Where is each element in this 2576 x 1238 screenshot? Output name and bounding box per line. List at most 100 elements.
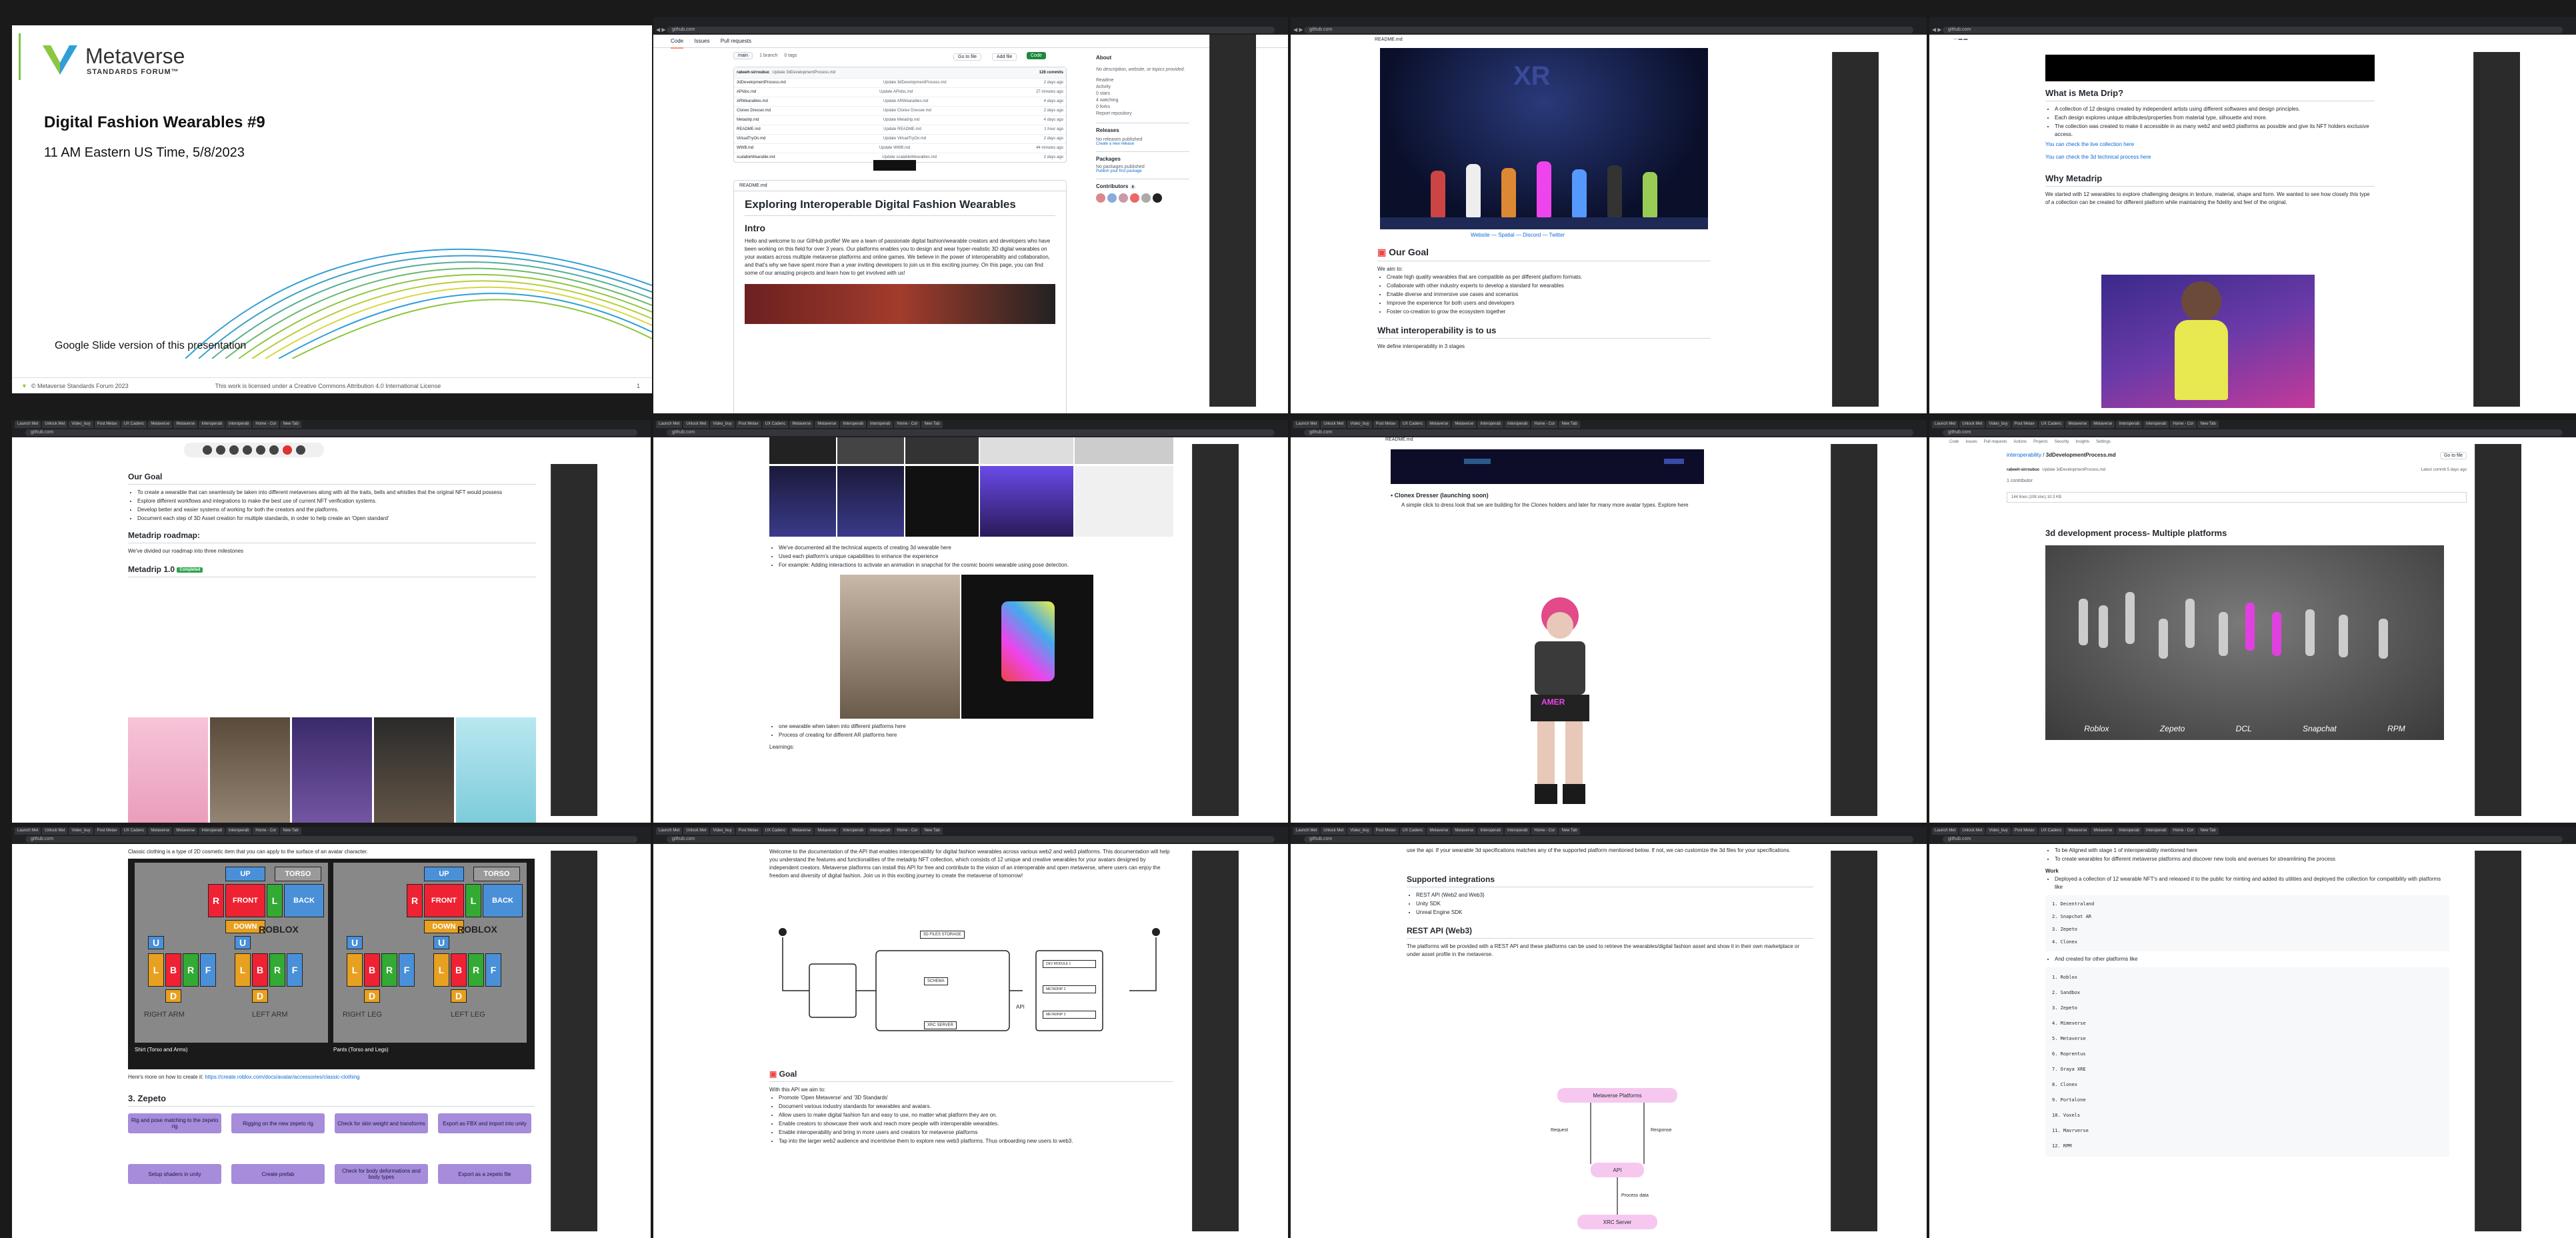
table-row[interactable]: README.md Update README.md 1 hour ago [734, 125, 1066, 134]
file-commit-msg[interactable]: Update ARWearables.md [883, 97, 928, 106]
browser-tab[interactable]: Metaverse [2091, 827, 2115, 835]
file-commit-msg[interactable]: Update VirtualTryOn.md [883, 135, 926, 143]
tab-issues[interactable]: Issues [694, 38, 709, 44]
file-name[interactable]: README.md [737, 125, 761, 134]
avatar[interactable] [1119, 193, 1128, 203]
file-commit-msg[interactable]: Update 3dDevelopmentProcess.md [883, 79, 947, 87]
browser-tab[interactable]: interoperab [867, 421, 893, 428]
browser-tab[interactable]: Metaverse [815, 827, 839, 835]
file-name[interactable]: scalableWearable.md [737, 153, 775, 162]
file-commit-msg[interactable]: Update APIdoc.md [879, 88, 913, 97]
file-commit-msg[interactable]: Update Metadrip.md [883, 116, 919, 125]
browser-tab[interactable]: Post Metav [1373, 421, 1399, 428]
browser-tab[interactable]: Launch Met [1293, 827, 1320, 835]
browser-tab[interactable]: Metaverse [2091, 421, 2115, 428]
browser-tab[interactable]: Unlock Met [1959, 827, 1985, 835]
about-item[interactable]: Readme [1096, 77, 1189, 84]
browser-tab[interactable]: New Tab [2197, 827, 2219, 835]
browser-tab[interactable]: Video_buy [69, 827, 93, 835]
about-item[interactable]: 4 watching [1096, 97, 1189, 104]
about-item[interactable]: Activity [1096, 84, 1189, 91]
table-row[interactable]: VirtualTryOn.md Update VirtualTryOn.md 2 d… [734, 134, 1066, 143]
browser-tab[interactable]: Home - Cor [1531, 827, 1558, 835]
browser-tab[interactable]: Post Metav [735, 421, 761, 428]
address-bar[interactable]: github.com [25, 429, 637, 436]
browser-tab[interactable]: Metaverse [1427, 827, 1451, 835]
browser-tab[interactable]: Post Metav [94, 827, 120, 835]
browser-tab[interactable]: UX Cadenc [762, 421, 789, 428]
browser-tab[interactable]: UX Cadenc [1399, 827, 1426, 835]
commit-message[interactable]: Update 3dDevelopmentProcess.md [772, 67, 835, 78]
browser-tab[interactable]: interoperab [1505, 421, 1531, 428]
browser-tab[interactable]: Unlock Met [683, 827, 709, 835]
file-name[interactable]: APIdoc.md [737, 88, 756, 97]
about-item[interactable]: 0 stars [1096, 91, 1189, 97]
browser-tab[interactable]: Metaverse [148, 421, 173, 428]
browser-tab[interactable]: New Tab [921, 827, 943, 835]
browser-tab[interactable]: Home - Cor [253, 421, 279, 428]
create-release-link[interactable]: Create a new release [1096, 142, 1189, 146]
browser-tab[interactable]: Launch Met [656, 827, 683, 835]
browser-tab[interactable]: Post Metav [735, 827, 761, 835]
browser-tab[interactable]: Unlock Met [42, 421, 68, 428]
commit-author[interactable]: rabeeh-sirroubuc [737, 67, 769, 78]
repo-tab[interactable]: Actions [2013, 440, 2027, 444]
browser-tab[interactable]: Post Metav [94, 421, 120, 428]
table-row[interactable]: 3dDevelopmentProcess.md Update 3dDevelopm… [734, 78, 1066, 87]
browser-tab[interactable]: Launch Met [656, 421, 683, 428]
address-bar[interactable]: github.com [667, 429, 1275, 436]
browser-tab[interactable]: Home - Cor [2170, 827, 2197, 835]
table-row[interactable]: Metadrip.md Update Metadrip.md 4 days ago [734, 115, 1066, 125]
address-bar[interactable]: github.com [1943, 836, 2563, 843]
repo-tab[interactable]: Projects [2033, 440, 2048, 444]
table-row[interactable]: WWB.md Update WWB.md 44 minutes ago [734, 143, 1066, 153]
tag-count[interactable]: 0 tags [784, 53, 797, 58]
browser-tab[interactable]: New Tab [1559, 421, 1580, 428]
repo-tab[interactable]: Security [2055, 440, 2069, 444]
browser-tab[interactable]: New Tab [1559, 827, 1580, 835]
browser-tab[interactable]: Home - Cor [1531, 421, 1558, 428]
tab-code[interactable]: Code [671, 38, 684, 49]
tab-pull-requests[interactable]: Pull requests [721, 38, 751, 44]
repo-tab[interactable]: Settings [2096, 440, 2111, 444]
browser-tab[interactable]: UX Cadenc [121, 827, 147, 835]
address-bar[interactable]: github.com [1943, 429, 2563, 436]
breadcrumb-repo[interactable]: interoperability [2007, 452, 2041, 458]
social-links[interactable]: Website — Spatial — Discord — Twitter [1471, 232, 1565, 238]
avatar[interactable] [1107, 193, 1117, 203]
browser-tab[interactable]: Unlock Met [1321, 827, 1347, 835]
browser-tab[interactable]: Unlock Met [42, 827, 68, 835]
live-collection-link[interactable]: You can check the live collection here [2045, 141, 2375, 147]
about-item[interactable]: 0 forks [1096, 104, 1189, 111]
repo-tab[interactable]: Pull requests [1984, 440, 2007, 444]
browser-tab[interactable]: Interoperab [840, 421, 867, 428]
browser-tab[interactable]: Metaverse [173, 421, 198, 428]
google-slide-link[interactable]: Google Slide version of this presentatio… [55, 340, 246, 352]
browser-tab[interactable]: interoperab [867, 827, 893, 835]
video-embed[interactable] [2045, 55, 2375, 81]
browser-tab[interactable]: Unlock Met [1321, 421, 1347, 428]
repo-tab[interactable]: Insights [2075, 440, 2089, 444]
browser-tab[interactable]: Interoperab [1477, 421, 1504, 428]
commit-count[interactable]: 128 commits [1039, 67, 1063, 78]
browser-tab[interactable]: Video_buy [1986, 421, 2011, 428]
browser-tab[interactable]: Launch Met [15, 827, 41, 835]
avatar[interactable] [1141, 193, 1151, 203]
browser-tab[interactable]: Metaverse [1452, 827, 1477, 835]
about-item[interactable]: Report repository [1096, 111, 1189, 117]
repo-tab[interactable]: Issues [1965, 440, 1977, 444]
publish-package-link[interactable]: Publish your first package [1096, 169, 1189, 173]
browser-tab[interactable]: Interoperab [2116, 827, 2143, 835]
address-bar[interactable]: github.com [1304, 836, 1913, 843]
browser-tab[interactable]: interoperab [226, 421, 252, 428]
browser-tab[interactable]: Video_buy [69, 421, 93, 428]
browser-tab[interactable]: Metaverse [2065, 827, 2090, 835]
browser-tab[interactable]: Interoperab [840, 827, 867, 835]
browser-tab[interactable]: Home - Cor [894, 421, 921, 428]
address-bar[interactable]: github.com [667, 836, 1275, 843]
browser-tab[interactable]: UX Cadenc [121, 421, 147, 428]
browser-tab[interactable]: Launch Met [1932, 827, 1959, 835]
branch-count[interactable]: 1 branch [759, 53, 777, 58]
address-bar[interactable]: github.com [25, 836, 637, 843]
branch-select[interactable]: main [733, 52, 753, 59]
